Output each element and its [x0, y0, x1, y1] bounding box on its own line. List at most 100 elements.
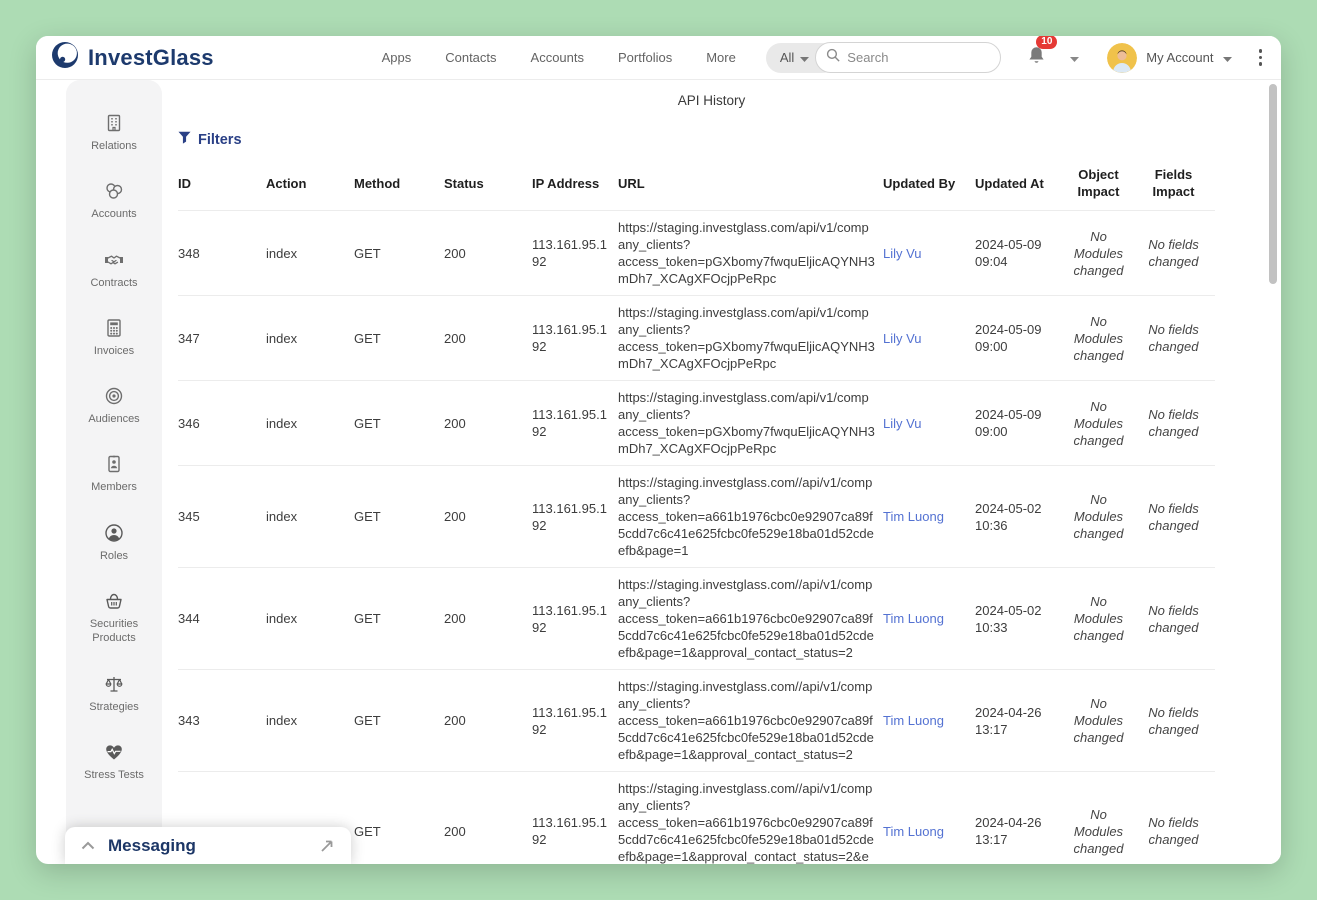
main-nav: Apps Contacts Accounts Portfolios More — [382, 50, 736, 65]
cell-method: GET — [354, 568, 444, 670]
messaging-dock[interactable]: Messaging — [65, 827, 351, 864]
sidebar-item-label: Members — [91, 480, 137, 494]
avatar — [1107, 43, 1137, 73]
sidebar-item-label: Audiences — [88, 412, 139, 426]
cell-url: https://staging.investglass.com/api/v1/c… — [618, 381, 883, 466]
building-icon — [103, 112, 125, 134]
sidebar-item-label: Invoices — [94, 344, 134, 358]
sidebar-item[interactable]: Roles — [68, 522, 160, 563]
sidebar-item[interactable]: Audiences — [68, 385, 160, 426]
cell-fields-impact: No fields changed — [1140, 211, 1215, 296]
handshake-icon — [103, 249, 125, 271]
cell-id: 343 — [178, 670, 266, 772]
cell-object-impact: No Modules changed — [1065, 211, 1140, 296]
table-row: 347 index GET 200 113.161.95.192 https:/… — [178, 296, 1215, 381]
updated-by-link[interactable]: Tim Luong — [883, 466, 975, 568]
sidebar-item[interactable]: Invoices — [68, 317, 160, 358]
sidebar-item[interactable]: Securities Products — [68, 590, 160, 646]
top-navbar: InvestGlass Apps Contacts Accounts Portf… — [36, 36, 1281, 80]
notifications-dropdown-caret[interactable] — [1066, 45, 1083, 71]
updated-by-link[interactable]: Lily Vu — [883, 211, 975, 296]
nav-item[interactable]: Contacts — [445, 50, 496, 65]
nav-item[interactable]: Accounts — [531, 50, 584, 65]
updated-by-link[interactable]: Tim Luong — [883, 568, 975, 670]
cell-updated-at: 2024-05-09 09:00 — [975, 296, 1065, 381]
sidebar-item-label: Securities Products — [68, 617, 160, 646]
kebab-menu-icon[interactable] — [1254, 44, 1268, 71]
notifications-button[interactable]: 10 — [1027, 44, 1046, 71]
brand-logo[interactable]: InvestGlass — [50, 40, 214, 75]
cell-status: 200 — [444, 211, 532, 296]
updated-by-link[interactable]: Tim Luong — [883, 772, 975, 865]
column-header-updated-by: Updated By — [883, 156, 975, 211]
cell-method: GET — [354, 381, 444, 466]
cell-updated-at: 2024-05-09 09:04 — [975, 211, 1065, 296]
updated-by-link[interactable]: Tim Luong — [883, 670, 975, 772]
table-row: 346 index GET 200 113.161.95.192 https:/… — [178, 381, 1215, 466]
cell-object-impact: No Modules changed — [1065, 772, 1140, 865]
investglass-logo-icon — [50, 40, 80, 75]
cell-ip-address: 113.161.95.192 — [532, 296, 618, 381]
column-header-object-impact: Object Impact — [1065, 156, 1140, 211]
cell-url: https://staging.investglass.com//api/v1/… — [618, 772, 883, 865]
column-header-fields-impact: Fields Impact — [1140, 156, 1215, 211]
cell-url: https://staging.investglass.com/api/v1/c… — [618, 211, 883, 296]
expand-arrow-icon[interactable] — [319, 838, 335, 854]
sidebar-item[interactable]: Contracts — [68, 249, 160, 290]
column-header-id: ID — [178, 156, 266, 211]
cell-status: 200 — [444, 296, 532, 381]
column-header-status: Status — [444, 156, 532, 211]
cell-updated-at: 2024-04-26 13:17 — [975, 670, 1065, 772]
cell-id: 344 — [178, 568, 266, 670]
cell-updated-at: 2024-05-02 10:36 — [975, 466, 1065, 568]
cell-method: GET — [354, 772, 444, 865]
updated-by-link[interactable]: Lily Vu — [883, 296, 975, 381]
sidebar-item[interactable]: Stress Tests — [68, 741, 160, 782]
brand-name: InvestGlass — [88, 45, 214, 71]
cell-ip-address: 113.161.95.192 — [532, 568, 618, 670]
sidebar-item[interactable]: Relations — [68, 112, 160, 153]
page-title: API History — [178, 93, 1245, 108]
chevron-down-icon — [800, 50, 809, 65]
search-icon — [826, 48, 840, 67]
nav-item[interactable]: Apps — [382, 50, 412, 65]
account-menu[interactable]: My Account — [1107, 43, 1231, 73]
cell-method: GET — [354, 466, 444, 568]
coins-icon — [103, 180, 125, 202]
column-header-ip: IP Address — [532, 156, 618, 211]
cell-updated-at: 2024-05-09 09:00 — [975, 381, 1065, 466]
cell-ip-address: 113.161.95.192 — [532, 466, 618, 568]
sidebar-item-label: Accounts — [91, 207, 136, 221]
vertical-scrollbar-thumb[interactable] — [1269, 84, 1277, 284]
api-history-table: ID Action Method Status IP Address URL U… — [178, 156, 1215, 864]
main-content: API History Filters ID Action Method Sta… — [162, 80, 1281, 864]
cell-url: https://staging.investglass.com//api/v1/… — [618, 568, 883, 670]
cell-method: GET — [354, 211, 444, 296]
scale-icon — [103, 673, 125, 695]
chevron-up-icon[interactable] — [81, 841, 95, 850]
cell-url: https://staging.investglass.com/api/v1/c… — [618, 296, 883, 381]
cell-fields-impact: No fields changed — [1140, 568, 1215, 670]
column-header-method: Method — [354, 156, 444, 211]
search-field — [815, 42, 1001, 73]
nav-item[interactable]: More — [706, 50, 736, 65]
sidebar-item[interactable]: Accounts — [68, 180, 160, 221]
sidebar-item[interactable]: Members — [68, 453, 160, 494]
notification-count-badge: 10 — [1036, 36, 1057, 49]
cell-updated-at: 2024-05-02 10:33 — [975, 568, 1065, 670]
cell-fields-impact: No fields changed — [1140, 381, 1215, 466]
updated-by-link[interactable]: Lily Vu — [883, 381, 975, 466]
search-scope-value: All — [780, 50, 794, 65]
cell-action: index — [266, 211, 354, 296]
cell-method: GET — [354, 296, 444, 381]
cell-status: 200 — [444, 772, 532, 865]
cell-ip-address: 113.161.95.192 — [532, 772, 618, 865]
table-row: 344 index GET 200 113.161.95.192 https:/… — [178, 568, 1215, 670]
cell-status: 200 — [444, 466, 532, 568]
filters-button[interactable]: Filters — [178, 131, 242, 148]
nav-item[interactable]: Portfolios — [618, 50, 672, 65]
search-input[interactable] — [847, 50, 990, 65]
bell-icon — [1027, 53, 1046, 70]
cell-object-impact: No Modules changed — [1065, 381, 1140, 466]
sidebar-item[interactable]: Strategies — [68, 673, 160, 714]
